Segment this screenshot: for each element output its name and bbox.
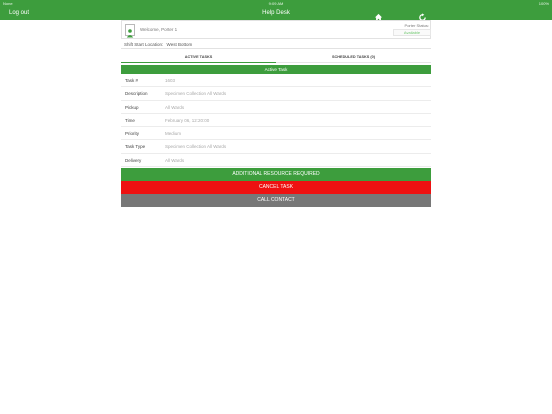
detail-value: February 06, 12:20:00 xyxy=(165,117,210,123)
porter-status-label: Porter Status: xyxy=(404,23,429,28)
person-icon xyxy=(125,24,135,38)
detail-row-description: Description Specimen Collection All Ward… xyxy=(121,87,431,101)
nav-bar: Log out Help Desk xyxy=(0,7,552,22)
detail-row-task-type: Task Type Specimen Collection All Wards xyxy=(121,140,431,154)
detail-value: Specimen Collection All Wards xyxy=(165,91,227,97)
detail-row-pickup: Pickup All Wards xyxy=(121,101,431,114)
call-contact-button[interactable]: CALL CONTACT xyxy=(121,194,431,207)
detail-label: Description xyxy=(125,91,148,97)
detail-value: Specimen Collection All Wards xyxy=(165,144,227,150)
shift-start-value: West Bottom xyxy=(166,42,193,47)
detail-label: Task # xyxy=(125,78,139,83)
battery-text: 100% xyxy=(538,1,549,6)
clock-text: 9:09 AM xyxy=(268,1,284,6)
detail-row-time: Time February 06, 12:20:00 xyxy=(121,114,431,128)
detail-row-delivery: Delivery All Wards xyxy=(121,154,431,168)
detail-row-priority: Priority Medium xyxy=(121,127,431,141)
tab-active-tasks[interactable]: ACTIVE TASKS xyxy=(121,53,276,63)
porter-status: Porter Status: Available xyxy=(393,23,431,38)
page-title: Help Desk xyxy=(262,10,290,16)
welcome-text: Welcome, Porter 1 xyxy=(140,27,178,32)
detail-value: All Wards xyxy=(165,104,185,110)
task-tabs: ACTIVE TASKS SCHEDULED TASKS (0) xyxy=(121,53,431,63)
active-task-header: Active Task xyxy=(121,65,431,74)
cancel-task-button[interactable]: CANCEL TASK xyxy=(121,181,431,194)
detail-label: Time xyxy=(125,117,135,123)
detail-label: Delivery xyxy=(125,157,142,163)
detail-label: Task Type xyxy=(125,144,146,150)
shift-start-label: Shift Start Location: xyxy=(124,42,164,47)
additional-resource-button[interactable]: ADDITIONAL RESOURCE REQUIRED xyxy=(121,168,431,181)
tab-scheduled-tasks[interactable]: SCHEDULED TASKS (0) xyxy=(276,53,431,63)
refresh-icon[interactable] xyxy=(418,9,427,21)
shift-start-row: Shift Start Location: West Bottom xyxy=(121,40,431,49)
porter-status-value[interactable]: Available xyxy=(393,29,431,36)
detail-value: Medium xyxy=(165,131,182,137)
detail-label: Pickup xyxy=(125,104,139,110)
detail-value: All Wards xyxy=(165,157,185,163)
detail-label: Priority xyxy=(125,131,140,137)
detail-row-task-number: Task # 1603 xyxy=(121,74,431,88)
task-details: Task # 1603 Description Specimen Collect… xyxy=(121,74,431,168)
home-icon[interactable] xyxy=(374,9,383,22)
detail-value: 1603 xyxy=(165,78,176,83)
welcome-panel: Welcome, Porter 1 Porter Status: Availab… xyxy=(121,20,431,39)
status-bar: None 9:09 AM 100% xyxy=(0,0,552,7)
